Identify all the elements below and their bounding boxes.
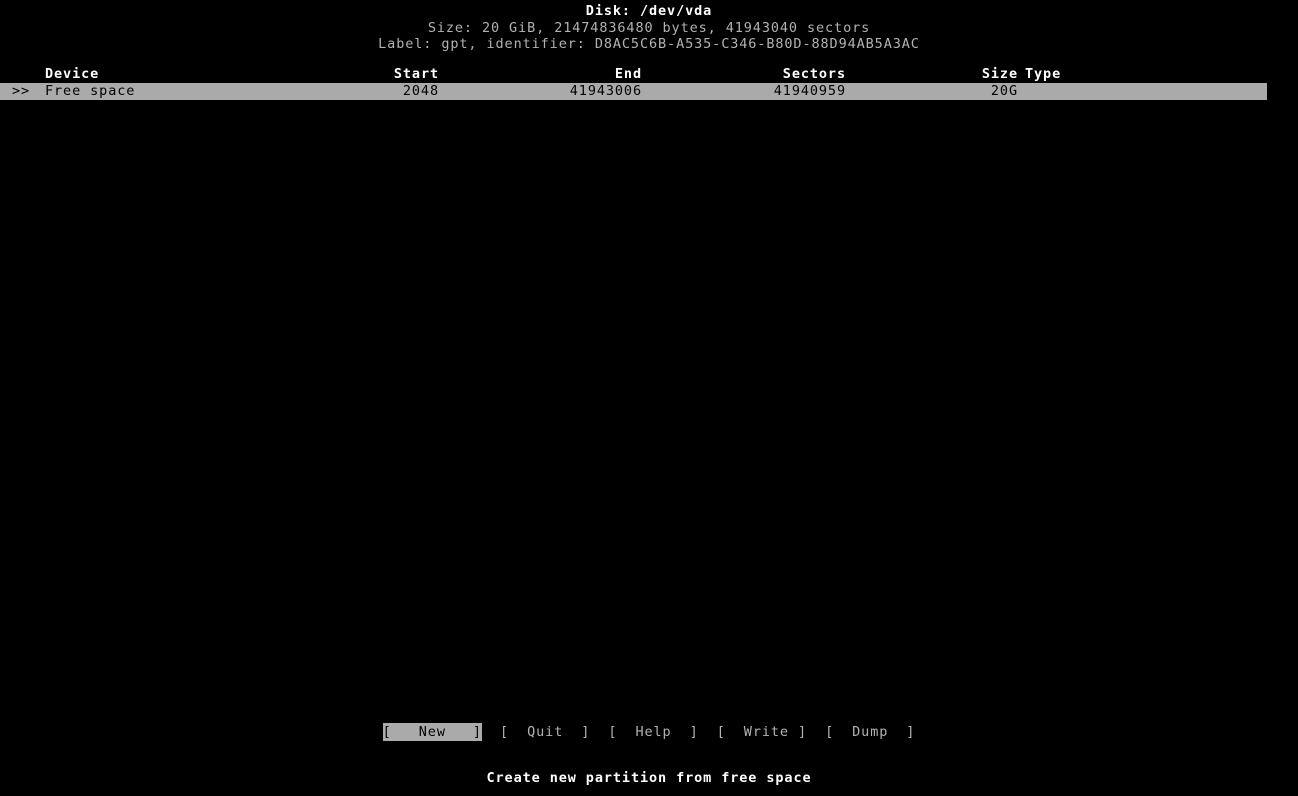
action-menu-bar: [ New ] [ Quit ] [ Help ] [ Write ] [ Du…	[0, 723, 1298, 741]
quit-button[interactable]: [ Quit ]	[500, 723, 590, 741]
partition-table: Device Start End Sectors Size Type >> Fr…	[0, 66, 1298, 100]
column-header-size: Size	[981, 66, 1018, 82]
menu-gap-4	[807, 723, 825, 741]
column-header-type: Type	[1025, 66, 1062, 82]
disk-size-line: Size: 20 GiB, 21474836480 bytes, 4194304…	[427, 20, 871, 36]
cfdisk-terminal-screen: Disk: /dev/vda Size: 20 GiB, 21474836480…	[0, 0, 1298, 796]
help-button[interactable]: [ Help ]	[608, 723, 698, 741]
dump-button[interactable]: [ Dump ]	[825, 723, 915, 741]
table-header-row: Device Start End Sectors Size Type	[0, 66, 1298, 83]
write-button[interactable]: [ Write ]	[717, 723, 807, 741]
table-row[interactable]: >> Free space 2048 41943006 41940959 20G	[0, 83, 1267, 100]
menu-gap-1	[482, 723, 500, 741]
disk-title: Disk: /dev/vda	[585, 3, 713, 19]
disk-label-line: Label: gpt, identifier: D8AC5C6B-A535-C3…	[378, 36, 920, 52]
new-button[interactable]: [ New ]	[382, 723, 482, 741]
menu-gap-3	[699, 723, 717, 741]
row-size: 20G	[990, 83, 1018, 99]
menu-gap-2	[590, 723, 608, 741]
status-hint-line: Create new partition from free space	[486, 770, 812, 786]
